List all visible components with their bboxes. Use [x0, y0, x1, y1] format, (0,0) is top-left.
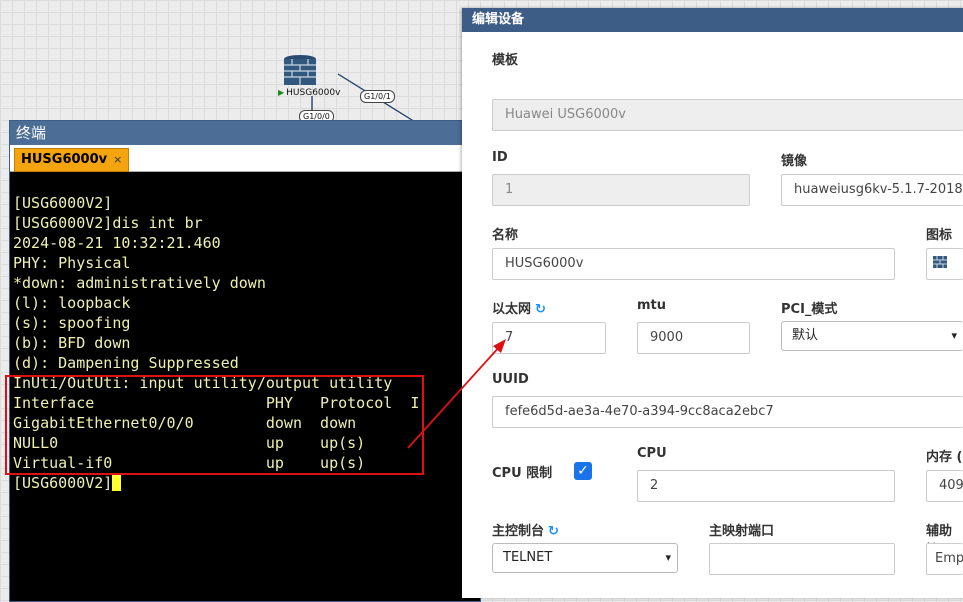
- mtu-label: mtu: [637, 298, 667, 313]
- cpu-limit-label: CPU 限制: [492, 466, 553, 481]
- ethernet-label: 以太网 ↻: [492, 298, 546, 317]
- panel-title: 编辑设备: [462, 8, 963, 32]
- refresh-icon[interactable]: ↻: [548, 524, 559, 539]
- icon-label: 图标: [926, 228, 953, 243]
- main-port-field[interactable]: [709, 543, 895, 575]
- highlight-box: [5, 375, 424, 475]
- refresh-icon[interactable]: ↻: [535, 302, 546, 317]
- image-select[interactable]: huaweiusg6kv-5.1.7-2018: [781, 174, 963, 206]
- terminal-prompt: [USG6000V2]: [13, 474, 113, 492]
- id-label: ID: [492, 150, 508, 165]
- firewall-icon[interactable]: [283, 54, 317, 88]
- running-icon: ▶: [278, 88, 285, 97]
- node-label[interactable]: ▶ HUSG6000v: [278, 88, 340, 98]
- chevron-down-icon: ▾: [951, 329, 957, 342]
- pci-mode-value: 默认: [792, 328, 819, 343]
- name-label: 名称: [492, 228, 519, 243]
- id-field: 1: [492, 174, 750, 206]
- console-value: TELNET: [503, 550, 553, 565]
- ethernet-field[interactable]: 7: [492, 322, 606, 354]
- cpu-field[interactable]: 2: [637, 470, 895, 502]
- aux-console-select[interactable]: Emp: [926, 543, 963, 575]
- terminal-tab[interactable]: HUSG6000v ×: [14, 148, 130, 172]
- icon-select[interactable]: [926, 248, 963, 280]
- terminal-tab-bar: HUSG6000v ×: [10, 145, 480, 172]
- close-icon[interactable]: ×: [113, 153, 122, 166]
- console-label-text: 主控制台: [492, 524, 545, 539]
- cpu-label: CPU: [637, 446, 667, 461]
- console-label: 主控制台 ↻: [492, 520, 559, 539]
- pci-mode-label: PCI_模式: [781, 302, 838, 317]
- terminal-title: 终端: [10, 121, 480, 145]
- uuid-field[interactable]: fefe6d5d-ae3a-4e70-a394-9cc8aca2ebc7: [492, 396, 963, 428]
- name-field[interactable]: HUSG6000v: [492, 248, 895, 280]
- template-field: Huawei USG6000v: [492, 99, 963, 131]
- terminal-tab-label: HUSG6000v: [21, 152, 108, 167]
- firewall-icon: [933, 256, 947, 268]
- pci-mode-select[interactable]: 默认 ▾: [781, 321, 963, 351]
- terminal-cursor: [112, 473, 122, 491]
- memory-field[interactable]: 409: [926, 470, 963, 502]
- ethernet-label-text: 以太网: [492, 302, 532, 317]
- chevron-down-icon: ▾: [665, 551, 671, 564]
- memory-label: 内存 (: [926, 450, 963, 465]
- console-select[interactable]: TELNET ▾: [492, 543, 678, 573]
- cpu-limit-checkbox[interactable]: ✓: [574, 462, 592, 480]
- template-label: 模板: [492, 53, 519, 68]
- port-tag-g1-0-1: G1/0/1: [360, 90, 395, 103]
- mtu-field[interactable]: 9000: [637, 322, 750, 354]
- main-port-label: 主映射端口: [709, 524, 775, 539]
- uuid-label: UUID: [492, 372, 529, 387]
- image-label: 镜像: [781, 154, 808, 169]
